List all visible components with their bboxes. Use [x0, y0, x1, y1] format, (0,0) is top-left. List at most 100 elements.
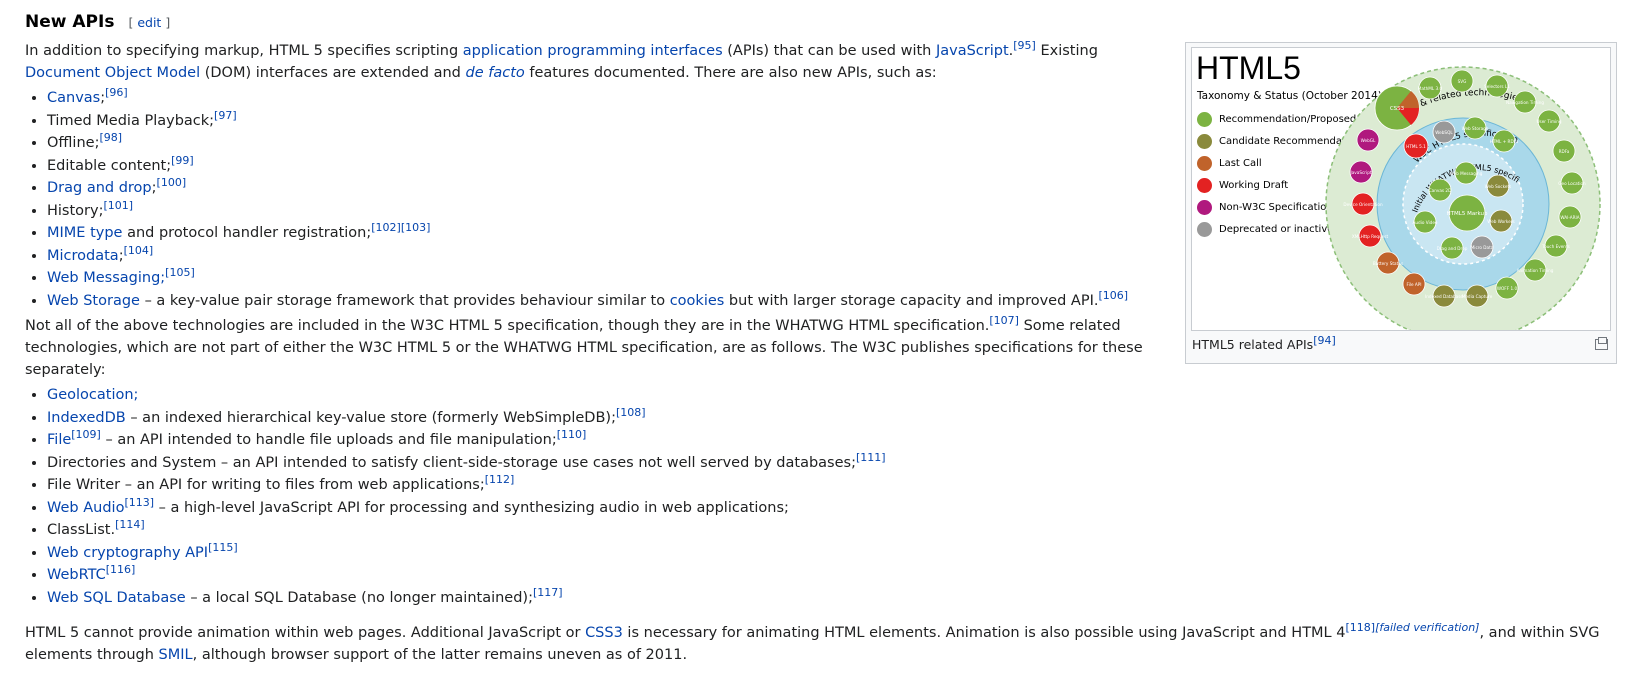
api-list: Canvas;[96] Timed Media Playback;[97] Of…: [25, 87, 1145, 312]
section-title: New APIs: [25, 12, 115, 32]
taxonomy-diagram: HTML5 & related technologies W3C HTML5 s…: [1192, 48, 1601, 330]
node-label: Geo Location: [1558, 181, 1586, 186]
list-item: Web Audio[113] – a high-level JavaScript…: [47, 497, 1145, 520]
link-cookies[interactable]: cookies: [670, 293, 725, 309]
figure-thumbnail: HTML5 Taxonomy & Status (October 2014) R…: [1185, 42, 1617, 364]
node-label: RDFa: [1559, 149, 1570, 154]
ref-115[interactable]: [115]: [208, 541, 238, 554]
list-item: Timed Media Playback;[97]: [47, 110, 1145, 133]
ref-102-103[interactable]: [102][103]: [371, 221, 430, 234]
ref-96[interactable]: [96]: [105, 86, 128, 99]
node-label: Canvas 2D: [1429, 188, 1452, 193]
intro-paragraph: In addition to specifying markup, HTML 5…: [25, 39, 1098, 81]
failed-verification-tag[interactable]: [failed verification]: [1375, 621, 1479, 634]
node-label: SVG: [1458, 79, 1467, 84]
link-indexeddb[interactable]: IndexedDB: [47, 410, 126, 426]
ref-112[interactable]: [112]: [485, 473, 515, 486]
ref-113[interactable]: [113]: [124, 496, 154, 509]
ref-94[interactable]: [94]: [1313, 334, 1336, 347]
node-label: Selectors L1: [1484, 84, 1510, 89]
list-item: History;[101]: [47, 200, 1145, 223]
link-geolocation[interactable]: Geolocation;: [47, 387, 138, 403]
html5-diagram-image[interactable]: HTML5 Taxonomy & Status (October 2014) R…: [1191, 47, 1611, 331]
list-item: Geolocation;: [47, 384, 1145, 407]
node-label: HTML + RDFa: [1490, 139, 1519, 144]
list-item: Web cryptography API[115]: [47, 542, 1145, 565]
node-label: MathML 3.0: [1418, 86, 1443, 91]
list-item: Directories and System – an API intended…: [47, 452, 1145, 475]
list-item: Offline;[98]: [47, 132, 1145, 155]
list-item: IndexedDB – an indexed hierarchical key-…: [47, 407, 1145, 430]
middle-paragraph: Not all of the above technologies are in…: [25, 314, 1143, 378]
list-item: Drag and drop;[100]: [47, 177, 1145, 200]
ref-110[interactable]: [110]: [557, 428, 587, 441]
enlarge-icon[interactable]: [1595, 337, 1608, 350]
ref-117[interactable]: [117]: [533, 586, 563, 599]
ref-109[interactable]: [109]: [71, 428, 101, 441]
ref-104[interactable]: [104]: [124, 244, 154, 257]
node-label: HTML 5.1: [1406, 144, 1426, 149]
link-web-cryptography[interactable]: Web cryptography API: [47, 545, 208, 561]
link-drag-and-drop[interactable]: Drag and drop: [47, 180, 152, 196]
node-label: Web Workers: [1487, 219, 1514, 224]
node-label: JavaScript: [1350, 170, 1372, 175]
link-web-audio[interactable]: Web Audio: [47, 500, 124, 516]
ref-98[interactable]: [98]: [99, 131, 122, 144]
list-item: Microdata;[104]: [47, 245, 1145, 268]
node-label: Touch Events: [1541, 244, 1570, 249]
node-label: Navigation Timing: [1506, 100, 1544, 105]
list-item: ClassList.[114]: [47, 519, 1145, 542]
node-label: Battery Status: [1373, 261, 1403, 266]
link-smil[interactable]: SMIL: [159, 647, 193, 663]
article-section: New APIs [ edit ] In addition to specify…: [0, 0, 1642, 673]
link-api[interactable]: application programming interfaces: [463, 43, 723, 59]
ref-108[interactable]: [108]: [616, 406, 646, 419]
ref-106[interactable]: [106]: [1098, 289, 1128, 302]
list-item: File[109] – an API intended to handle fi…: [47, 429, 1145, 452]
ref-105[interactable]: [105]: [165, 266, 195, 279]
link-microdata[interactable]: Microdata: [47, 248, 119, 264]
link-file[interactable]: File: [47, 432, 71, 448]
ref-95[interactable]: [95]: [1013, 39, 1036, 52]
link-mime-type[interactable]: MIME type: [47, 225, 122, 241]
link-css3[interactable]: CSS3: [585, 625, 623, 641]
node-label: CSS3: [1390, 106, 1405, 112]
link-de-facto[interactable]: de facto: [466, 65, 525, 81]
ref-100[interactable]: [100]: [157, 176, 187, 189]
ref-101[interactable]: [101]: [103, 199, 133, 212]
link-javascript[interactable]: JavaScript: [936, 43, 1009, 59]
node-label: Audio Video: [1413, 220, 1438, 225]
section-body: In addition to specifying markup, HTML 5…: [25, 40, 1145, 612]
ref-118[interactable]: [118]: [1345, 621, 1375, 634]
link-webrtc[interactable]: WebRTC: [47, 567, 106, 583]
node-label: Indexed Database: [1425, 294, 1463, 299]
link-dom[interactable]: Document Object Model: [25, 65, 200, 81]
node-label: Micro Data: [1471, 245, 1494, 250]
ref-97[interactable]: [97]: [214, 109, 237, 122]
ref-99[interactable]: [99]: [171, 154, 194, 167]
link-canvas[interactable]: Canvas: [47, 90, 100, 106]
edit-link[interactable]: edit: [137, 15, 161, 30]
node-label: Web Messaging: [1450, 171, 1483, 176]
link-web-sql[interactable]: Web SQL Database: [47, 590, 186, 606]
node-label: WebGL: [1361, 138, 1376, 143]
node-label: WAI-ARIA: [1560, 215, 1579, 220]
node-label: Web Sockets: [1485, 184, 1512, 189]
ref-111[interactable]: [111]: [856, 451, 886, 464]
node-label: User Timing: [1536, 119, 1561, 124]
link-web-storage[interactable]: Web Storage: [47, 293, 140, 309]
section-heading: New APIs [ edit ]: [25, 12, 170, 32]
list-item: WebRTC[116]: [47, 564, 1145, 587]
list-item: Web SQL Database – a local SQL Database …: [47, 587, 1145, 610]
link-web-messaging[interactable]: Web Messaging;: [47, 270, 165, 286]
node-label: XMLHttp Request: [1352, 234, 1389, 239]
ref-114[interactable]: [114]: [115, 518, 145, 531]
list-item: Editable content;[99]: [47, 155, 1145, 178]
list-item: Web Storage – a key-value pair storage f…: [47, 290, 1145, 313]
ref-107[interactable]: [107]: [989, 314, 1019, 327]
related-tech-list: Geolocation; IndexedDB – an indexed hier…: [25, 384, 1145, 609]
node-label: File API: [1407, 282, 1422, 287]
ref-116[interactable]: [116]: [106, 563, 136, 576]
node-label: HTML5 Markup: [1447, 211, 1488, 217]
list-item: Web Messaging;[105]: [47, 267, 1145, 290]
